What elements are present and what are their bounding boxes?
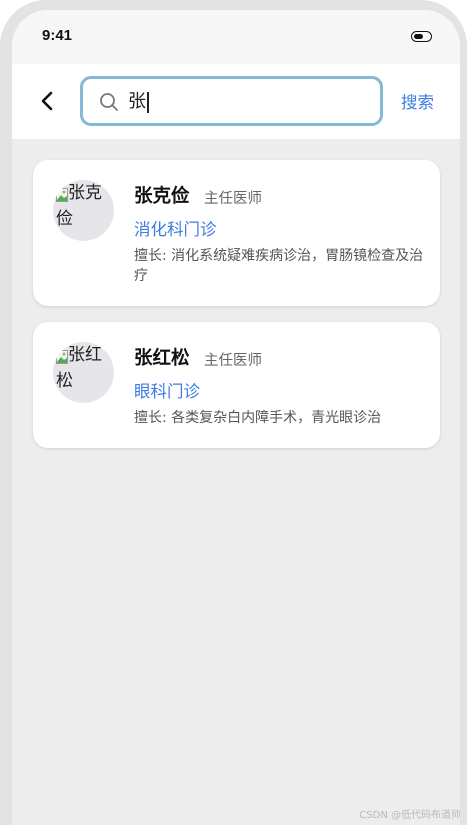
status-time: 9:41: [42, 27, 73, 44]
doctor-title: 主任医师: [204, 353, 262, 369]
battery-icon: [411, 31, 432, 42]
watermark: CSDN @低代码布道师: [359, 810, 461, 821]
app-screen: 9:41 张 搜索 张克俭 张克俭 主任医师 消化科门诊 擅长: 消化系统疑难疾…: [12, 10, 460, 825]
doctor-card[interactable]: 张红松 张红松 主任医师 眼科门诊 擅长: 各类复杂白内障手术，青光眼诊治: [33, 322, 440, 448]
doctor-department[interactable]: 消化科门诊: [134, 216, 217, 240]
doctor-avatar: 张克俭: [53, 180, 114, 241]
status-bar: 9:41: [12, 10, 460, 64]
doctor-department[interactable]: 眼科门诊: [134, 378, 200, 402]
battery-level: [413, 33, 423, 39]
doctor-avatar: 张红松: [53, 342, 114, 403]
search-button[interactable]: 搜索: [401, 89, 434, 113]
search-icon: [100, 93, 118, 111]
search-query-value: 张: [128, 91, 146, 112]
doctor-name: 张克俭: [134, 186, 190, 207]
text-caret: [147, 91, 149, 113]
broken-image-icon: [56, 184, 68, 202]
search-query-text[interactable]: 张: [128, 90, 149, 114]
doctor-name: 张红松: [134, 348, 190, 369]
back-button[interactable]: [34, 88, 60, 114]
chevron-left-icon: [41, 91, 53, 111]
doctor-title: 主任医师: [204, 191, 262, 207]
search-header: 张 搜索: [12, 64, 460, 139]
broken-image-icon: [56, 346, 68, 364]
phone-frame: 9:41 张 搜索 张克俭 张克俭 主任医师 消化科门诊 擅长: 消化系统疑难疾…: [0, 0, 467, 825]
search-input[interactable]: 张: [80, 76, 383, 126]
doctor-specialty: 擅长: 消化系统疑难疾病诊治，胃肠镜检查及治疗: [134, 248, 424, 284]
doctor-card[interactable]: 张克俭 张克俭 主任医师 消化科门诊 擅长: 消化系统疑难疾病诊治，胃肠镜检查及…: [33, 160, 440, 306]
doctor-specialty: 擅长: 各类复杂白内障手术，青光眼诊治: [134, 410, 382, 426]
